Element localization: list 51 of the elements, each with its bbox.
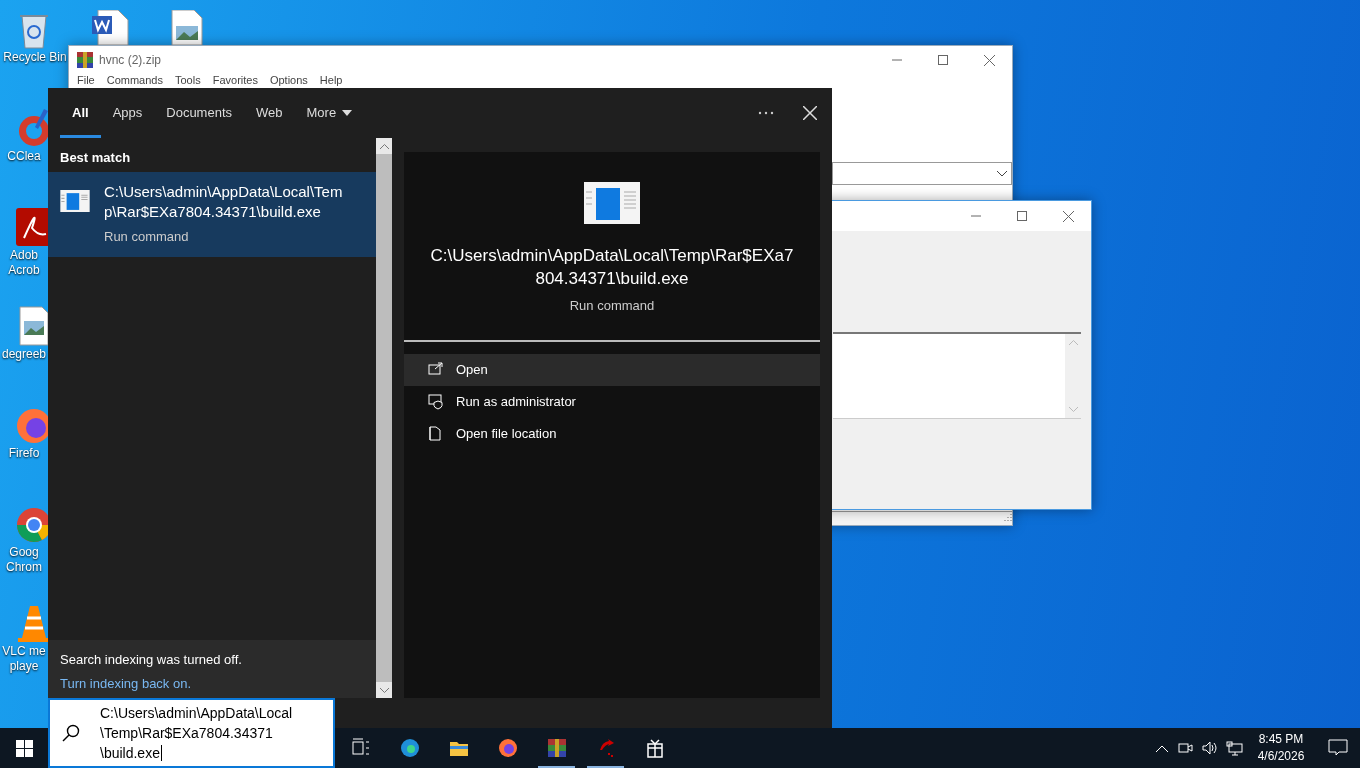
text-area[interactable] — [833, 332, 1081, 419]
search-tab[interactable]: Apps — [100, 88, 155, 138]
search-field[interactable]: C:\Users\admin\AppData\Local\Temp\Rar$EXa7804.34371\build.exe — [48, 698, 335, 768]
section-heading: Best match — [59, 149, 132, 167]
maximize-icon — [938, 55, 948, 65]
menu-item[interactable]: Commands — [100, 74, 169, 87]
open-icon — [428, 361, 444, 378]
action-item[interactable]: Open — [404, 353, 820, 386]
search-tab[interactable]: All — [60, 88, 101, 138]
document-icon[interactable] — [90, 10, 130, 45]
task-view-icon — [350, 738, 371, 758]
maximize-icon — [1017, 211, 1027, 221]
menu-item[interactable]: Tools — [169, 74, 207, 87]
close-icon — [1062, 210, 1074, 222]
scrollbar[interactable] — [376, 138, 392, 698]
result-title: C:\Users\admin\AppData\Local\Temp\Rar$EXa7804.34371\build.exe — [104, 182, 344, 222]
gift-box-icon — [644, 738, 665, 758]
folder-icon — [428, 425, 444, 442]
shield-icon — [428, 393, 444, 410]
caret-icon — [342, 110, 353, 116]
menu-item[interactable]: Options — [263, 74, 314, 87]
image-file-icon[interactable] — [170, 10, 204, 45]
preview-title: C:\Users\admin\AppData\Local\Temp\Rar$EXa7804.34371\build.exe — [429, 245, 795, 290]
search-tab[interactable]: Web — [244, 88, 295, 138]
search-icon — [62, 724, 80, 742]
action-item[interactable]: Run as administrator — [404, 385, 820, 418]
window-title: hvnc (2).zip — [99, 52, 162, 69]
chevron-down-icon — [997, 170, 1007, 177]
search-tab[interactable]: More — [294, 88, 365, 138]
archive-icon — [77, 52, 93, 68]
menu-item[interactable]: Favorites — [206, 74, 264, 87]
preview-subtitle: Run command — [568, 297, 656, 315]
menu-item[interactable]: Help — [313, 74, 349, 87]
indexing-link[interactable]: Turn indexing back on. — [60, 673, 192, 693]
result-subtitle: Run command — [104, 228, 190, 246]
windows-logo-icon — [16, 739, 33, 757]
action-item[interactable]: Open file location — [404, 417, 820, 450]
scroll-down-icon[interactable] — [379, 687, 389, 693]
search-result[interactable]: C:\Users\admin\AppData\Local\Temp\Rar$EXa7804.34371\build.exe Run command — [48, 172, 376, 257]
archive-icon — [546, 738, 567, 758]
combo-box[interactable] — [832, 162, 1012, 185]
clock-date[interactable]: 4/6/2026 — [1246, 748, 1316, 765]
close-icon — [983, 54, 995, 66]
scroll-up-icon[interactable] — [379, 143, 389, 149]
menu-item[interactable]: File — [71, 74, 101, 87]
clock-time[interactable]: 8:45 PM — [1246, 731, 1316, 748]
program-icon — [584, 182, 640, 224]
program-icon — [60, 190, 90, 212]
search-tab[interactable]: Documents — [154, 88, 244, 138]
notice-text: Search indexing was turned off. — [60, 651, 243, 669]
document-icon[interactable] — [14, 206, 48, 248]
